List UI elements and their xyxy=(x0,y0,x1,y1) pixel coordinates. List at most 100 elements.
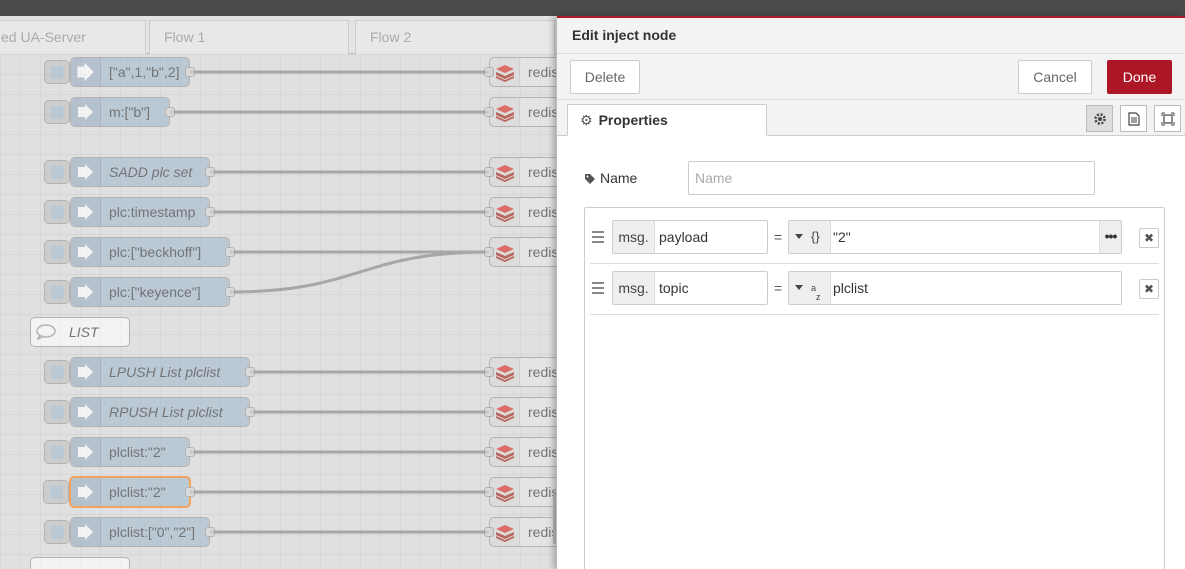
tray-toolbar: Delete Cancel Done xyxy=(557,54,1185,100)
drag-handle-icon[interactable] xyxy=(592,231,604,246)
redis-node[interactable]: redis xyxy=(484,97,556,127)
property-value-input[interactable]: az plclist xyxy=(788,271,1122,305)
property-row: msg. payload = {} "2" ••• ✖ xyxy=(590,213,1159,264)
redis-node[interactable]: redis xyxy=(484,357,556,387)
expand-editor-button[interactable]: ••• xyxy=(1099,221,1121,253)
redis-node[interactable]: redis xyxy=(484,517,556,547)
document-icon xyxy=(1128,112,1140,126)
node-label: redis xyxy=(528,64,556,80)
comment-node-partial[interactable] xyxy=(30,557,130,569)
redis-icon xyxy=(490,238,520,266)
inject-node[interactable]: plclist:["0","2"] xyxy=(44,517,215,547)
inject-node[interactable]: plc:["beckhoff"] xyxy=(44,237,235,267)
inject-icon xyxy=(71,478,101,506)
tab-properties[interactable]: ⚙ Properties xyxy=(567,104,767,136)
done-button[interactable]: Done xyxy=(1107,60,1172,94)
inject-trigger-button[interactable] xyxy=(44,160,70,184)
comment-node[interactable]: LIST xyxy=(30,317,130,347)
inject-trigger-button[interactable] xyxy=(44,400,70,424)
flow-canvas[interactable]: ["a",1,"b",2] m:["b"] SADD plc set plc:t… xyxy=(0,54,556,569)
inject-trigger-button[interactable] xyxy=(44,360,70,384)
tab-ua-server[interactable]: ed UA-Server xyxy=(0,20,146,54)
type-selector[interactable]: az xyxy=(789,272,831,304)
inject-icon xyxy=(71,438,101,466)
inject-node[interactable]: m:["b"] xyxy=(44,97,175,127)
remove-property-button[interactable]: ✖ xyxy=(1139,279,1159,299)
redis-node[interactable]: redis xyxy=(484,197,556,227)
string-type-icon: az xyxy=(811,283,821,302)
settings-tab-button[interactable] xyxy=(1086,105,1113,132)
inject-node[interactable]: ["a",1,"b",2] xyxy=(44,57,195,87)
redis-node[interactable]: redis xyxy=(484,57,556,87)
description-tab-button[interactable] xyxy=(1120,105,1147,132)
properties-form: Name msg. payload = {} "2" ••• xyxy=(557,136,1185,569)
output-port[interactable] xyxy=(185,487,195,497)
output-port[interactable] xyxy=(185,67,195,77)
inject-node[interactable]: plc:["keyence"] xyxy=(44,277,235,307)
redis-node[interactable]: redis xyxy=(484,157,556,187)
tab-flow-2[interactable]: Flow 2 xyxy=(355,20,555,54)
inject-node[interactable]: LPUSH List plclist xyxy=(44,357,255,387)
node-label: plclist:"2" xyxy=(109,484,166,500)
inject-icon xyxy=(71,278,101,306)
drag-handle-icon[interactable] xyxy=(592,282,604,297)
gear-icon xyxy=(1094,113,1106,125)
node-label: redis xyxy=(528,404,556,420)
output-port[interactable] xyxy=(225,247,235,257)
redis-icon xyxy=(490,518,520,546)
edit-tray: Edit inject node Delete Cancel Done ⚙ Pro… xyxy=(556,16,1185,569)
output-port[interactable] xyxy=(185,447,195,457)
inject-trigger-button[interactable] xyxy=(44,240,70,264)
tag-icon xyxy=(585,174,595,185)
workspace-tabs: ed UA-Server Flow 1 Flow 2 xyxy=(0,16,556,54)
inject-node[interactable]: plclist:"2" xyxy=(44,437,195,467)
property-key-input[interactable]: msg. payload xyxy=(612,220,768,254)
msg-prefix: msg. xyxy=(613,272,655,304)
tray-tabbar: ⚙ Properties xyxy=(557,100,1185,136)
inject-trigger-button[interactable] xyxy=(43,480,69,504)
output-port[interactable] xyxy=(205,167,215,177)
output-port[interactable] xyxy=(165,107,175,117)
node-label: redis xyxy=(528,484,556,500)
property-row: msg. topic = az plclist ✖ xyxy=(590,264,1159,315)
app-header-bar xyxy=(0,0,1185,16)
tab-label: ed UA-Server xyxy=(1,29,86,45)
property-list: msg. payload = {} "2" ••• ✖ msg. topic =… xyxy=(584,207,1165,569)
delete-button[interactable]: Delete xyxy=(570,60,640,94)
output-port[interactable] xyxy=(245,407,255,417)
node-label: LIST xyxy=(69,324,99,340)
property-key-input[interactable]: msg. topic xyxy=(612,271,768,305)
inject-node-selected[interactable]: plclist:"2" xyxy=(43,476,195,508)
redis-node[interactable]: redis xyxy=(484,477,556,507)
remove-property-button[interactable]: ✖ xyxy=(1139,228,1159,248)
node-label: redis xyxy=(528,104,556,120)
property-value-input[interactable]: {} "2" ••• xyxy=(788,220,1122,254)
output-port[interactable] xyxy=(205,527,215,537)
tab-flow-1[interactable]: Flow 1 xyxy=(149,20,349,54)
redis-icon xyxy=(490,358,520,386)
inject-trigger-button[interactable] xyxy=(44,60,70,84)
redis-node[interactable]: redis xyxy=(484,237,556,267)
redis-node[interactable]: redis xyxy=(484,397,556,427)
inject-trigger-button[interactable] xyxy=(44,520,70,544)
type-selector[interactable]: {} xyxy=(789,221,831,253)
inject-trigger-button[interactable] xyxy=(44,280,70,304)
output-port[interactable] xyxy=(205,207,215,217)
inject-trigger-button[interactable] xyxy=(44,200,70,224)
inject-node[interactable]: plc:timestamp xyxy=(44,197,215,227)
inject-icon xyxy=(71,518,101,546)
tray-title: Edit inject node xyxy=(572,27,677,43)
inject-trigger-button[interactable] xyxy=(44,440,70,464)
inject-trigger-button[interactable] xyxy=(44,100,70,124)
tray-header: Edit inject node xyxy=(557,18,1185,54)
inject-node[interactable]: RPUSH List plclist xyxy=(44,397,255,427)
redis-node[interactable]: redis xyxy=(484,437,556,467)
output-port[interactable] xyxy=(245,367,255,377)
cancel-button[interactable]: Cancel xyxy=(1018,60,1092,94)
redis-icon xyxy=(490,398,520,426)
appearance-tab-button[interactable] xyxy=(1154,105,1181,132)
output-port[interactable] xyxy=(225,287,235,297)
inject-node[interactable]: SADD plc set xyxy=(44,157,215,187)
property-value: "2" xyxy=(833,229,851,245)
name-input[interactable] xyxy=(688,161,1095,195)
